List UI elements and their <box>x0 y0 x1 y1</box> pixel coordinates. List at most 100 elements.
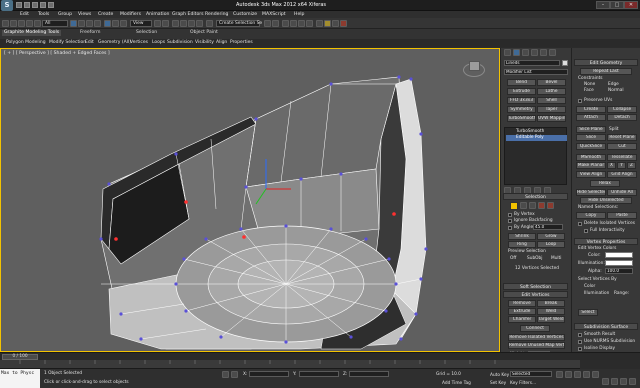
constraint-face-option[interactable]: Face <box>584 88 594 93</box>
selection-lock-icon[interactable] <box>222 371 229 378</box>
remove-button[interactable]: Remove <box>508 300 536 307</box>
unlink-icon[interactable] <box>26 20 33 27</box>
break-button[interactable]: Break <box>537 300 565 307</box>
rendered-frame-window-icon[interactable] <box>332 20 339 27</box>
split-checkbox-label[interactable]: Split <box>609 127 619 132</box>
extrude-modifier-button[interactable]: Extrude <box>507 88 536 95</box>
attach-button[interactable]: Attach <box>576 114 606 121</box>
delete-isolated-checkbox[interactable] <box>578 222 582 226</box>
select-by-name-icon[interactable] <box>78 20 85 27</box>
select-and-rotate-icon[interactable] <box>112 20 119 27</box>
remove-isolated-vertices-button[interactable]: Remove Isolated Vertices <box>508 334 565 341</box>
smooth-result-checkbox[interactable] <box>578 333 582 337</box>
selection-filter-dropdown[interactable]: All <box>42 20 68 27</box>
menu-create[interactable]: Create <box>98 11 113 18</box>
ignore-backfacing-checkbox[interactable] <box>508 219 512 223</box>
snaps-toggle-icon[interactable] <box>172 20 179 27</box>
maximize-viewport-icon[interactable] <box>629 378 636 385</box>
y-coordinate-field[interactable] <box>299 371 339 377</box>
menu-help[interactable]: Help <box>294 11 304 18</box>
select-by-illumination-option[interactable]: Illumination <box>584 291 609 296</box>
reset-plane-button[interactable]: Reset Plane <box>607 134 637 141</box>
panel-subdivision[interactable]: Subdivision <box>167 40 193 45</box>
panel-align[interactable]: Align <box>216 40 227 45</box>
tab-freeform[interactable]: Freeform <box>80 30 100 36</box>
bend-button[interactable]: Bend <box>507 79 536 86</box>
symmetry-button[interactable]: Symmetry <box>507 106 536 113</box>
schematic-view-icon[interactable] <box>306 20 313 27</box>
edge-mode-icon[interactable] <box>520 202 527 209</box>
modify-tab-icon[interactable] <box>513 49 520 56</box>
close-button[interactable]: ✕ <box>624 1 638 9</box>
edit-vertices-rollout-header[interactable]: Edit Vertices <box>503 291 568 298</box>
object-name-field[interactable]: Lineds <box>504 60 560 66</box>
make-planar-button[interactable]: Make Planar <box>576 162 606 169</box>
bind-space-warp-icon[interactable] <box>34 20 41 27</box>
ffd-button[interactable]: FFD 3x3x3 <box>507 97 536 104</box>
lathe-button[interactable]: Lathe <box>537 88 566 95</box>
tab-selection[interactable]: Selection <box>136 30 157 36</box>
absolute-mode-icon[interactable] <box>231 371 238 378</box>
next-frame-icon[interactable] <box>583 371 590 378</box>
collapse-button[interactable]: Collapse <box>607 106 637 113</box>
open-file-icon[interactable] <box>24 2 30 8</box>
panel-vertices[interactable]: Vertices <box>130 40 148 45</box>
minimize-button[interactable]: – <box>596 1 610 9</box>
previous-frame-icon[interactable] <box>565 371 572 378</box>
relax-button[interactable]: Relax <box>590 180 620 187</box>
material-editor-icon[interactable] <box>316 20 323 27</box>
rectangular-selection-icon[interactable] <box>86 20 93 27</box>
object-color-swatch[interactable] <box>562 60 568 66</box>
remove-unused-map-verts-button[interactable]: Remove Unused Map Verts <box>508 342 565 349</box>
cut-button[interactable]: Cut <box>607 143 637 150</box>
constraint-normal-option[interactable]: Normal <box>608 88 624 93</box>
vertex-mode-icon[interactable] <box>510 202 518 210</box>
quickslice-button[interactable]: QuickSlice <box>576 143 606 150</box>
go-to-start-icon[interactable] <box>556 371 563 378</box>
curve-editor-icon[interactable] <box>298 20 305 27</box>
named-selection-set-dropdown[interactable]: Create Selection Se <box>216 20 262 27</box>
utilities-tab-icon[interactable] <box>549 49 556 56</box>
shrink-button[interactable]: Shrink <box>508 233 536 240</box>
tab-object-paint[interactable]: Object Paint <box>190 30 218 36</box>
selected-set-dropdown[interactable]: Selected <box>510 371 552 377</box>
new-scene-icon[interactable] <box>16 2 22 8</box>
menu-views[interactable]: Views <box>78 11 91 18</box>
render-setup-icon[interactable] <box>324 20 331 27</box>
element-mode-icon[interactable] <box>547 202 554 209</box>
copy-button[interactable]: Copy <box>576 212 606 219</box>
by-angle-checkbox[interactable] <box>508 226 512 230</box>
spinner-snap-icon[interactable] <box>196 20 203 27</box>
go-to-end-icon[interactable] <box>592 371 599 378</box>
ring-button[interactable]: Ring <box>508 241 536 248</box>
tab-graphite-modeling-tools[interactable]: Graphite Modeling Tools <box>2 30 62 36</box>
chamfer-button[interactable]: Chamfer <box>508 316 536 323</box>
view-align-button[interactable]: View Align <box>576 171 606 178</box>
preview-off-option[interactable]: Off <box>510 256 516 261</box>
stack-item-editable-poly[interactable]: Editable Poly <box>506 135 567 141</box>
preserve-uvs-checkbox[interactable] <box>578 99 582 103</box>
z-coordinate-field[interactable] <box>349 371 389 377</box>
zoom-icon[interactable] <box>602 378 609 385</box>
perspective-viewport[interactable]: [ + ] [ Perspective ] [ Shaded + Edged F… <box>0 48 500 352</box>
bevel-button[interactable]: Bevel <box>537 79 566 86</box>
grid-align-button[interactable]: Grid Align <box>607 171 637 178</box>
set-key-button[interactable]: Set Key <box>490 381 506 386</box>
illumination-swatch[interactable] <box>605 260 633 266</box>
pan-icon[interactable] <box>611 378 618 385</box>
extrude-button[interactable]: Extrude <box>508 308 536 315</box>
panel-polygon-modeling[interactable]: Polygon Modeling <box>6 40 46 45</box>
mirror-icon[interactable] <box>264 20 271 27</box>
select-object-icon[interactable] <box>70 20 77 27</box>
planar-x-button[interactable]: X <box>607 162 616 169</box>
layer-manager-icon[interactable] <box>282 20 289 27</box>
preview-multi-option[interactable]: Multi <box>551 256 562 261</box>
select-and-scale-icon[interactable] <box>120 20 127 27</box>
unhide-all-button[interactable]: Unhide All <box>607 189 637 196</box>
menu-animation[interactable]: Animation <box>146 11 169 18</box>
modifier-list-dropdown[interactable]: Modifier List <box>504 69 568 75</box>
uvw-mapping-button[interactable]: UVW Mapping Cle <box>537 115 566 122</box>
panel-edit[interactable]: Edit <box>85 40 94 45</box>
menu-modifiers[interactable]: Modifiers <box>120 11 141 18</box>
reference-coordinate-dropdown[interactable]: View <box>130 20 152 27</box>
